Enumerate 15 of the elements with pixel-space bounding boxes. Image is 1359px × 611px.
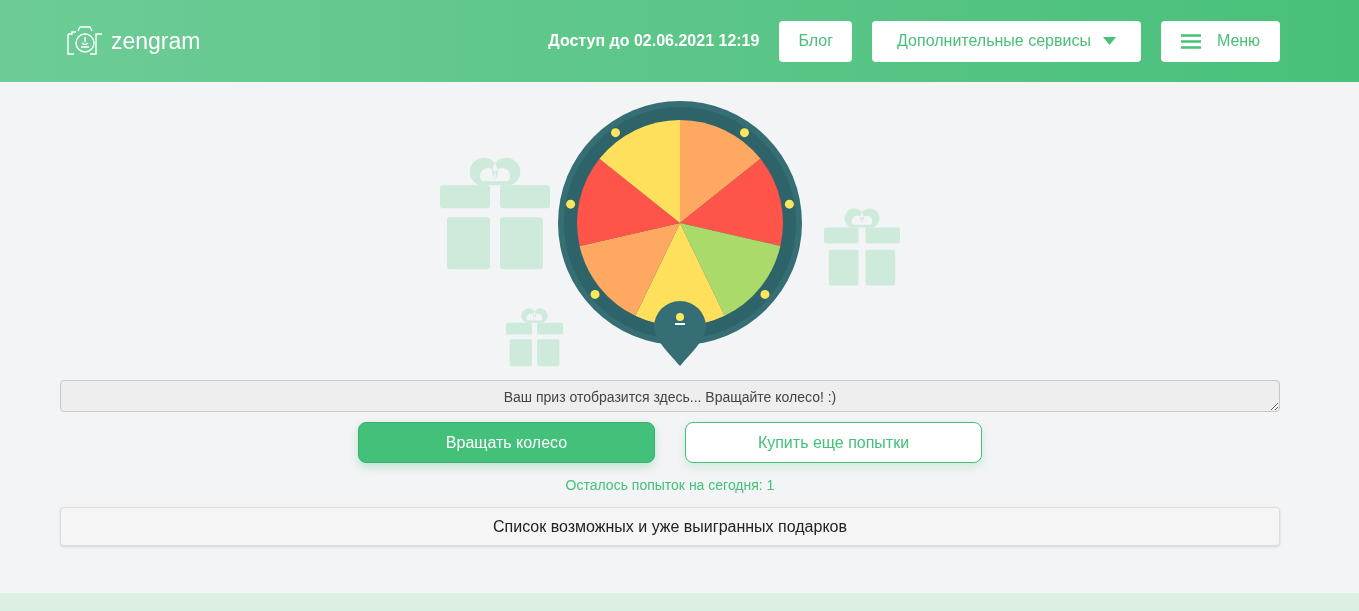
- services-dropdown[interactable]: Дополнительные сервисы: [872, 20, 1141, 62]
- gifts-list-accordion[interactable]: Список возможных и уже выигранных подарков: [60, 507, 1280, 546]
- camera-logo-icon: [67, 26, 103, 56]
- blog-button[interactable]: Блог: [779, 20, 852, 62]
- menu-icon: [1180, 33, 1201, 49]
- caret-icon: [1102, 37, 1116, 45]
- gift-icon: [506, 308, 563, 368]
- menu-button[interactable]: Меню: [1161, 20, 1280, 62]
- gift-icon: [824, 208, 900, 288]
- logo-text: zengram: [111, 26, 201, 56]
- access-text: Доступ до 02.06.2021 12:19: [548, 31, 760, 51]
- attempts-left-text: Осталось попыток на сегодня: 1: [565, 476, 775, 495]
- spin-button[interactable]: Вращать колесо: [358, 422, 655, 463]
- buy-attempts-button[interactable]: Купить еще попытки: [685, 422, 982, 463]
- prize-field[interactable]: Ваш приз отобразится здесь... Вращайте колесо! :): [60, 380, 1280, 412]
